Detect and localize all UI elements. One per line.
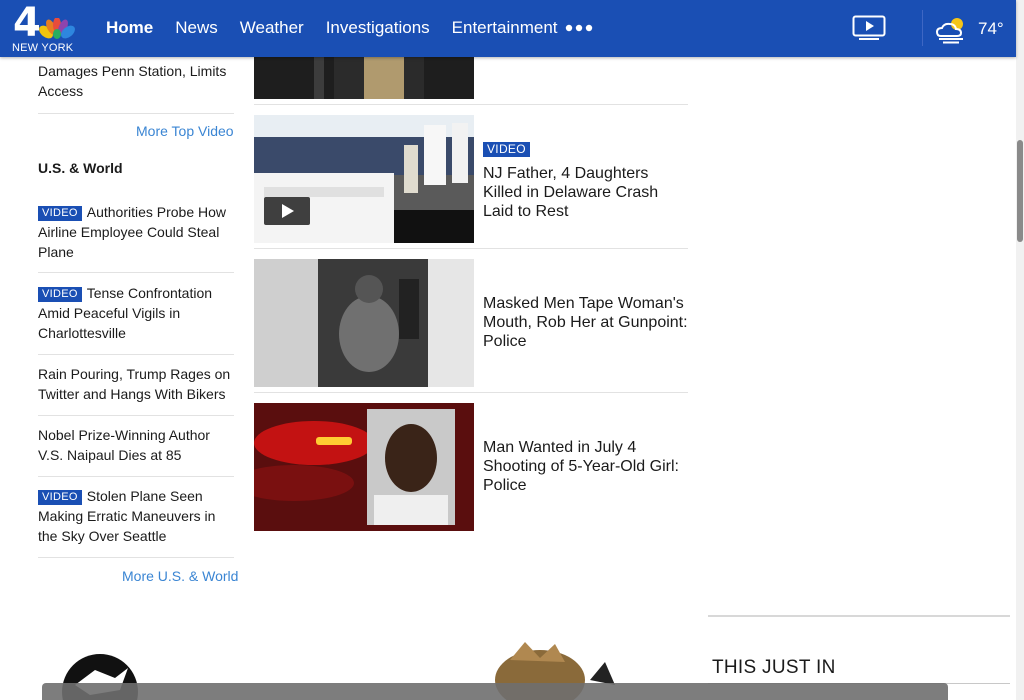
story-headline: Man Wanted in July 4 Shooting of 5-Year-…	[483, 439, 679, 494]
list-item[interactable]: Nobel Prize-Winning Author V.S. Naipaul …	[38, 425, 234, 465]
list-item[interactable]: Rain Pouring, Trump Rages on Twitter and…	[38, 364, 234, 404]
scrollbar-thumb[interactable]	[1017, 140, 1023, 242]
logo-channel-number: 4	[13, 0, 41, 46]
scrollbar-track[interactable]	[1016, 0, 1024, 700]
divider	[254, 248, 688, 249]
top-video-story[interactable]: Damages Penn Station, Limits Access	[38, 61, 234, 101]
play-icon[interactable]	[264, 197, 310, 225]
divider	[38, 113, 234, 114]
ad-overlay-bar[interactable]	[42, 683, 948, 700]
top-navigation-bar: 4 NEW YORK Home News Weather Investigati…	[0, 0, 1016, 57]
header-divider	[922, 10, 923, 46]
nav-weather[interactable]: Weather	[240, 18, 304, 38]
divider	[254, 392, 688, 393]
section-title-us-world: U.S. & World	[38, 160, 123, 176]
peacock-icon	[39, 18, 75, 39]
story-headline: Damages Penn Station, Limits Access	[38, 63, 227, 99]
divider	[38, 476, 234, 477]
list-item[interactable]: VIDEO Stolen Plane Seen Making Erratic Ma…	[38, 486, 234, 546]
nav-home[interactable]: Home	[106, 18, 153, 38]
story-headline: Masked Men Tape Woman's Mouth, Rob Her a…	[483, 295, 688, 350]
story-headline: Rain Pouring, Trump Rages on Twitter and…	[38, 366, 231, 402]
police-lights-mugshot-image	[254, 403, 474, 531]
surveillance-image	[254, 259, 474, 387]
story-text: VIDEO NJ Father, 4 Daughters Killed in D…	[483, 140, 688, 221]
video-badge: VIDEO	[483, 142, 530, 157]
divider	[38, 272, 234, 273]
story-headline: NJ Father, 4 Daughters Killed in Delawar…	[483, 165, 659, 220]
divider	[38, 354, 234, 355]
divider	[38, 415, 234, 416]
nav-investigations[interactable]: Investigations	[326, 18, 430, 38]
main-nav: Home News Weather Investigations Enterta…	[106, 18, 593, 38]
divider	[254, 104, 688, 105]
divider	[38, 557, 234, 558]
list-item[interactable]: VIDEO Tense Confrontation Amid Peaceful V…	[38, 283, 234, 343]
video-badge: VIDEO	[38, 206, 82, 221]
more-us-world-link[interactable]: More U.S. & World	[122, 568, 238, 584]
video-player-icon[interactable]	[852, 15, 886, 41]
video-badge: VIDEO	[38, 287, 82, 302]
video-badge: VIDEO	[38, 490, 82, 505]
story-thumbnail[interactable]	[254, 259, 474, 387]
nbc-new-york-logo[interactable]: 4 NEW YORK	[10, 0, 80, 54]
story-thumbnail[interactable]	[254, 115, 474, 243]
more-top-video-link[interactable]: More Top Video	[136, 123, 234, 139]
partly-cloudy-icon[interactable]	[933, 14, 971, 44]
this-just-in-heading: THIS JUST IN	[712, 657, 836, 678]
more-menu-icon[interactable]	[564, 22, 594, 34]
temperature-readout[interactable]: 74°	[978, 19, 1004, 39]
right-divider	[708, 615, 1010, 617]
logo-city-text: NEW YORK	[12, 42, 74, 54]
story-headline: Nobel Prize-Winning Author V.S. Naipaul …	[38, 427, 210, 463]
list-item[interactable]: VIDEO Authorities Probe How Airline Emplo…	[38, 202, 234, 262]
nav-entertainment[interactable]: Entertainment	[452, 18, 558, 38]
nav-news[interactable]: News	[175, 18, 218, 38]
story-thumbnail[interactable]	[254, 403, 474, 531]
